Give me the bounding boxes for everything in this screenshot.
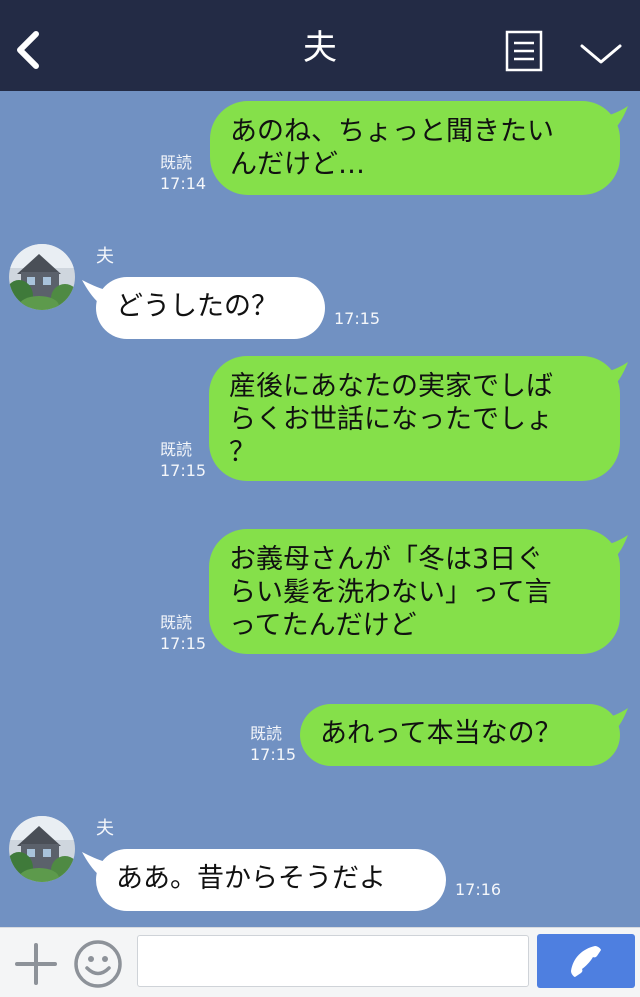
emoji-button[interactable] <box>72 938 124 990</box>
message-time: 17:15 <box>160 461 207 480</box>
chat-area[interactable]: 既読 17:14 あのね、ちょっと聞きたい んだけど… 夫 どうしたの？ 17:… <box>0 91 640 927</box>
message-meta: 既読 17:15 <box>250 723 296 765</box>
list-menu-icon <box>505 30 543 72</box>
message-bubble[interactable]: あれって本当なの？ <box>300 704 620 766</box>
avatar[interactable] <box>9 244 75 310</box>
message-incoming: 夫 どうしたの？ 17:15 <box>0 236 640 346</box>
collapse-button[interactable] <box>578 38 624 68</box>
smiley-icon <box>74 940 122 988</box>
house-photo-avatar-icon <box>9 244 75 310</box>
chat-title: 夫 <box>303 28 337 68</box>
chat-header: 夫 <box>0 0 640 91</box>
message-bubble[interactable]: どうしたの？ <box>96 277 325 339</box>
read-receipt: 既読 <box>160 613 193 632</box>
chevron-down-icon <box>580 44 622 64</box>
sender-name: 夫 <box>96 818 114 839</box>
message-input[interactable] <box>137 935 529 987</box>
bubble-tail <box>606 106 628 132</box>
read-receipt: 既読 <box>160 153 193 172</box>
add-attachment-button[interactable] <box>14 942 58 986</box>
message-time: 17:15 <box>250 745 297 764</box>
message-bubble[interactable]: 産後にあなたの実家でしば らくお世話になったでしょ ？ <box>209 356 620 481</box>
bubble-tail <box>82 852 106 876</box>
message-bubble[interactable]: お義母さんが「冬は3日ぐ らい髪を洗わない」って言 ってたんだけど <box>209 529 620 654</box>
plus-icon <box>15 943 57 985</box>
message-meta: 既読 17:14 <box>160 152 206 194</box>
message-meta: 既読 17:15 <box>160 439 206 481</box>
read-receipt: 既読 <box>160 440 193 459</box>
avatar[interactable] <box>9 816 75 882</box>
message-meta: 既読 17:15 <box>160 612 206 654</box>
phone-icon <box>571 946 601 977</box>
message-outgoing: 既読 17:15 産後にあなたの実家でしば らくお世話になったでしょ ？ <box>0 353 640 483</box>
message-time: 17:16 <box>455 880 502 899</box>
sender-name: 夫 <box>96 246 114 267</box>
message-outgoing: 既読 17:14 あのね、ちょっと聞きたい んだけど… <box>0 91 640 201</box>
menu-button[interactable] <box>505 30 543 72</box>
bubble-tail <box>606 535 628 561</box>
message-time: 17:15 <box>334 309 381 328</box>
read-receipt: 既読 <box>250 724 283 743</box>
house-photo-avatar-icon <box>9 816 75 882</box>
message-bubble[interactable]: ああ。昔からそうだよ <box>96 849 446 911</box>
bubble-tail <box>606 362 628 388</box>
message-time: 17:15 <box>160 634 207 653</box>
bubble-tail <box>606 708 628 734</box>
input-bar <box>0 927 640 997</box>
bubble-tail <box>82 280 106 304</box>
message-outgoing: 既読 17:15 お義母さんが「冬は3日ぐ らい髪を洗わない」って言 ってたんだ… <box>0 528 640 658</box>
message-outgoing: 既読 17:15 あれって本当なの？ <box>0 698 640 773</box>
message-time: 17:14 <box>160 174 207 193</box>
call-button[interactable] <box>537 934 635 988</box>
message-bubble[interactable]: あのね、ちょっと聞きたい んだけど… <box>210 101 620 195</box>
message-incoming: 夫 ああ。昔からそうだよ 17:16 <box>0 809 640 927</box>
